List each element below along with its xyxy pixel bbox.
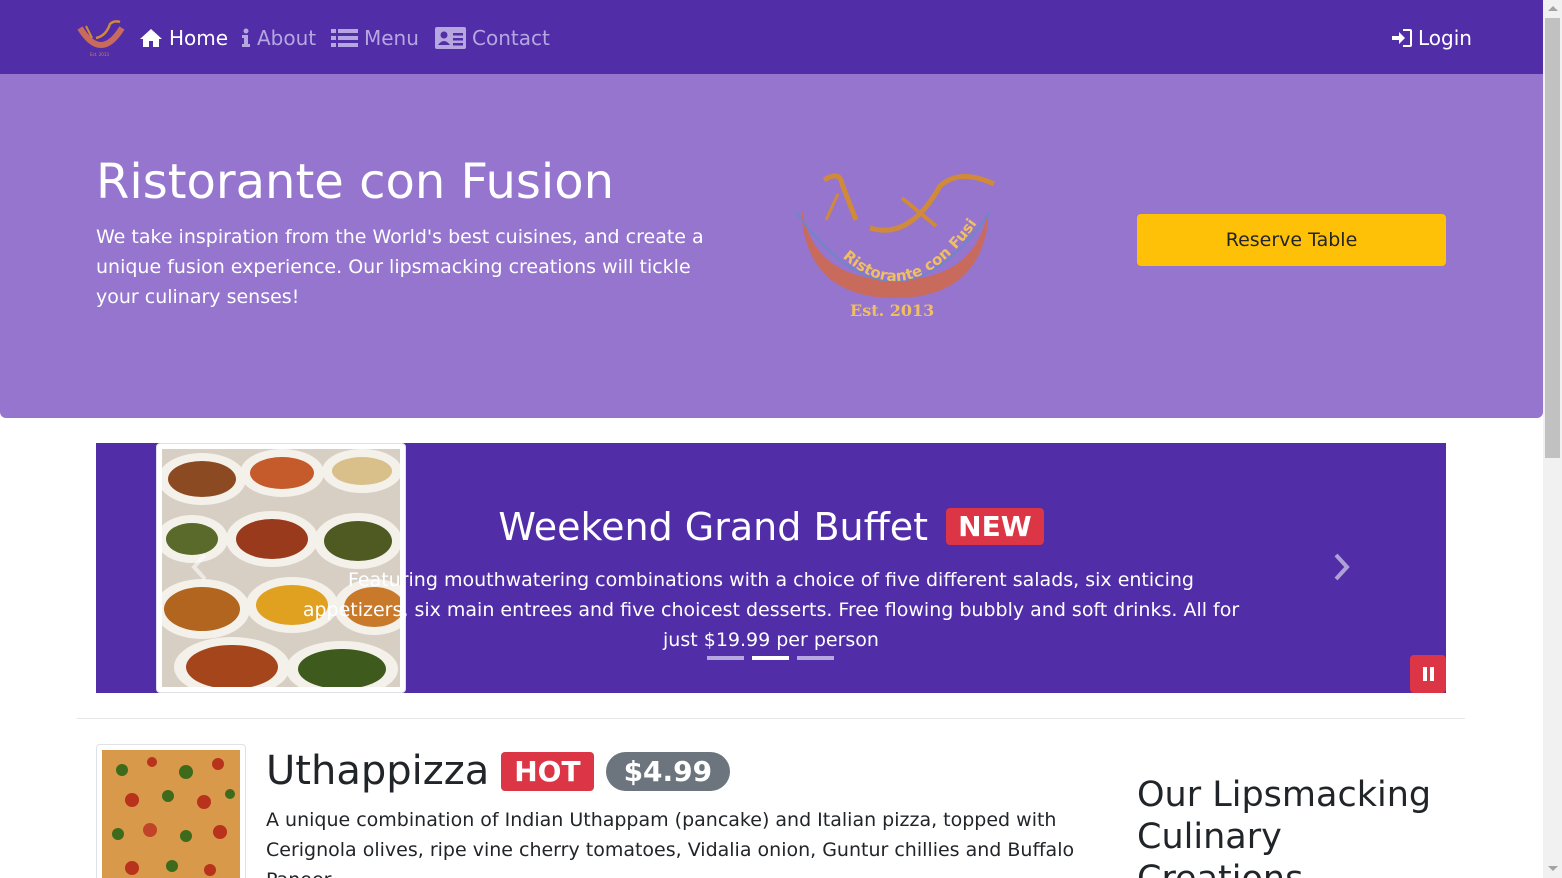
scroll-down-arrow-icon[interactable] — [1548, 866, 1558, 871]
restaurant-logo-graphic: Ristorante con Fusion Est. 2013 — [785, 156, 996, 320]
carousel-title-text: Weekend Grand Buffet — [498, 505, 929, 549]
nav-home-label: Home — [169, 26, 229, 50]
hot-badge: HOT — [501, 751, 594, 791]
nav-contact[interactable]: Contact — [435, 22, 550, 54]
svg-text:Est. 2013: Est. 2013 — [90, 52, 109, 57]
carousel-caption-title: Weekend Grand Buffet NEW — [96, 505, 1446, 549]
hero-title: Ristorante con Fusion — [96, 154, 615, 210]
sign-in-icon — [1392, 29, 1412, 47]
section-divider — [77, 718, 1465, 719]
reserve-table-button[interactable]: Reserve Table — [1137, 214, 1446, 266]
price-badge: $4.99 — [605, 751, 731, 791]
restaurant-logo: Ristorante con Fusion Est. 2013 — [785, 156, 1000, 320]
carousel-pause-button[interactable] — [1410, 655, 1446, 693]
uthappizza-image — [102, 750, 240, 878]
side-heading: Our Lipsmacking Culinary Creations — [1137, 775, 1432, 878]
pause-icon — [1429, 667, 1434, 681]
scrollbar-thumb[interactable] — [1545, 18, 1560, 458]
carousel-next-icon[interactable] — [1334, 553, 1350, 581]
hero-jumbotron: Ristorante con Fusion We take inspiratio… — [0, 74, 1543, 418]
pause-icon — [1422, 667, 1427, 681]
nav-about-label: About — [257, 26, 317, 50]
dish-image — [96, 744, 246, 878]
dish-description: A unique combination of Indian Uthappam … — [266, 809, 1075, 878]
dish-name: Uthappizza — [266, 748, 490, 794]
scroll-up-arrow-icon[interactable] — [1548, 6, 1558, 11]
hero-description: We take inspiration from the World's bes… — [96, 226, 704, 308]
home-icon — [140, 29, 162, 47]
vertical-scrollbar[interactable] — [1543, 0, 1562, 878]
nav-contact-label: Contact — [472, 26, 550, 50]
carousel-indicator-active[interactable] — [752, 656, 789, 660]
list-icon — [331, 29, 358, 47]
brand-logo[interactable]: Est. 2013 — [76, 16, 126, 58]
info-icon — [242, 28, 250, 47]
carousel-caption-text: Featuring mouthwatering combinations wit… — [302, 569, 1240, 651]
logo-icon: Est. 2013 — [77, 20, 125, 57]
login-link[interactable]: Login — [1392, 22, 1472, 54]
svg-text:Est. 2013: Est. 2013 — [850, 301, 934, 320]
navbar: Est. 2013 Home About Menu Contact Login — [0, 0, 1543, 74]
address-card-icon — [435, 27, 466, 49]
nav-home[interactable]: Home — [139, 22, 228, 54]
new-badge: NEW — [946, 508, 1044, 545]
carousel-indicators — [707, 656, 834, 660]
carousel-prev-icon[interactable] — [191, 553, 207, 581]
nav-about[interactable]: About — [241, 22, 316, 54]
dish-title-row: Uthappizza HOT $4.99 — [266, 748, 731, 794]
nav-menu-label: Menu — [364, 26, 419, 50]
carousel-indicator[interactable] — [797, 656, 834, 660]
carousel-indicator[interactable] — [707, 656, 744, 660]
nav-menu[interactable]: Menu — [331, 22, 419, 54]
carousel: Weekend Grand Buffet NEW Featuring mouth… — [96, 443, 1446, 693]
login-label: Login — [1418, 26, 1472, 50]
